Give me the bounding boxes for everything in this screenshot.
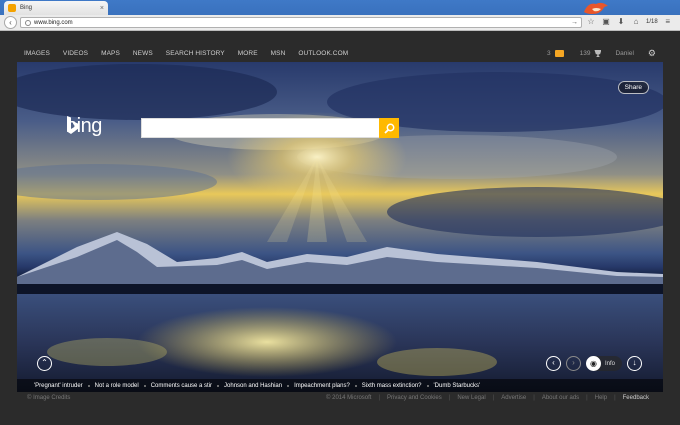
scope-msn[interactable]: MSN	[271, 50, 286, 57]
scope-videos[interactable]: VIDEOS	[63, 50, 88, 57]
bing-favicon-icon	[8, 4, 16, 12]
browser-tab[interactable]: Bing ×	[4, 1, 108, 15]
scroll-up-button[interactable]: ⌃	[37, 356, 52, 371]
news-headlines-bar: 'Pregnant' intruder Not a role model Com…	[17, 379, 663, 392]
copyright-text: © 2014 Microsoft	[326, 395, 372, 401]
menu-icon[interactable]: ≡	[663, 17, 673, 27]
header-account: 3 139 Daniel ⚙	[547, 48, 656, 59]
search-input[interactable]	[141, 118, 381, 138]
settings-gear-icon[interactable]: ⚙	[648, 48, 656, 59]
share-button[interactable]: Share	[617, 81, 649, 94]
image-controls: ‹ › ◉ Info ↓	[545, 356, 642, 371]
search-icon	[383, 123, 394, 134]
lock-icon[interactable]: ▣	[601, 17, 611, 27]
privacy-link[interactable]: Privacy and Cookies	[387, 395, 442, 401]
headline-link[interactable]: 'Pregnant' intruder	[34, 383, 83, 389]
download-image-button[interactable]: ↓	[627, 356, 642, 371]
scope-bar: IMAGES VIDEOS MAPS NEWS SEARCH HISTORY M…	[24, 50, 348, 57]
scope-news[interactable]: NEWS	[133, 50, 153, 57]
tab-title: Bing	[20, 5, 33, 11]
firefox-logo-icon	[584, 2, 608, 14]
back-button[interactable]: ‹	[4, 16, 17, 29]
download-icon[interactable]: ⬇	[616, 17, 626, 27]
scope-images[interactable]: IMAGES	[24, 50, 50, 57]
info-label: Info	[604, 360, 615, 367]
headline-separator	[354, 384, 357, 387]
scope-more[interactable]: MORE	[238, 50, 258, 57]
about-ads-link[interactable]: About our ads	[542, 395, 579, 401]
scope-search-history[interactable]: SEARCH HISTORY	[166, 50, 225, 57]
help-link[interactable]: Help	[595, 395, 607, 401]
bookmark-star-icon[interactable]: ☆	[586, 17, 596, 27]
headline-separator	[87, 384, 90, 387]
footer-separator: |	[492, 395, 495, 401]
footer-separator: |	[614, 395, 616, 401]
camera-icon: ◉	[585, 356, 601, 371]
footer-separator: |	[448, 395, 451, 401]
address-bar[interactable]: www.bing.com →	[20, 17, 582, 28]
toolbar-icons: ☆ ▣ ⬇ ⌂ 1/18 ≡	[586, 17, 673, 27]
tab-counter[interactable]: 1/18	[646, 19, 658, 25]
footer-separator: |	[378, 395, 381, 401]
notification-count[interactable]: 3	[547, 50, 551, 57]
browser-toolbar: ‹ www.bing.com → ☆ ▣ ⬇ ⌂ 1/18 ≡	[0, 15, 680, 31]
footer-separator: |	[586, 395, 588, 401]
headline-link[interactable]: Sixth mass extinction?	[362, 383, 422, 389]
headline-separator	[287, 384, 290, 387]
search-button[interactable]	[379, 118, 399, 138]
scope-outlook[interactable]: OUTLOOK.COM	[298, 50, 348, 57]
page-footer: © Image Credits © 2014 Microsoft | Priva…	[0, 395, 680, 407]
feedback-link[interactable]: Feedback	[623, 395, 649, 401]
image-credits-link[interactable]: © Image Credits	[27, 395, 70, 401]
bing-b-icon	[67, 116, 79, 134]
site-info-icon[interactable]	[25, 19, 31, 26]
landscape-illustration	[17, 64, 663, 392]
previous-image-button[interactable]: ‹	[545, 356, 561, 371]
headline-separator	[143, 384, 146, 387]
headline-link[interactable]: Not a role model	[95, 383, 139, 389]
headline-separator	[217, 384, 220, 387]
headline-link[interactable]: 'Dumb Starbucks'	[434, 383, 481, 389]
notification-bubble-icon[interactable]	[554, 50, 564, 57]
scope-maps[interactable]: MAPS	[101, 50, 120, 57]
rewards-points[interactable]: 139	[580, 50, 591, 57]
image-info-button[interactable]: ◉ Info	[585, 356, 622, 371]
bing-page: IMAGES VIDEOS MAPS NEWS SEARCH HISTORY M…	[0, 31, 680, 425]
headline-link[interactable]: Johnson and Hashian	[224, 383, 282, 389]
home-icon[interactable]: ⌂	[631, 17, 641, 27]
homepage-background-image: Share bing ⌃ ‹ › ◉ Info ↓ 'Pregnant' int…	[17, 62, 663, 392]
footer-links: © 2014 Microsoft | Privacy and Cookies |…	[326, 395, 649, 401]
headline-link[interactable]: Impeachment plans?	[294, 383, 350, 389]
user-name[interactable]: Daniel	[615, 50, 633, 57]
url-text: www.bing.com	[34, 19, 73, 26]
go-arrow-icon[interactable]: →	[571, 19, 581, 26]
advertise-link[interactable]: Advertise	[501, 395, 526, 401]
headline-link[interactable]: Comments cause a stir	[151, 383, 212, 389]
next-image-button[interactable]: ›	[565, 356, 581, 371]
bing-logo[interactable]: bing	[66, 115, 102, 138]
headline-separator	[426, 384, 429, 387]
tab-close-icon[interactable]: ×	[100, 5, 104, 12]
rewards-trophy-icon[interactable]	[594, 50, 602, 57]
legal-link[interactable]: New Legal	[457, 395, 485, 401]
footer-separator: |	[533, 395, 535, 401]
